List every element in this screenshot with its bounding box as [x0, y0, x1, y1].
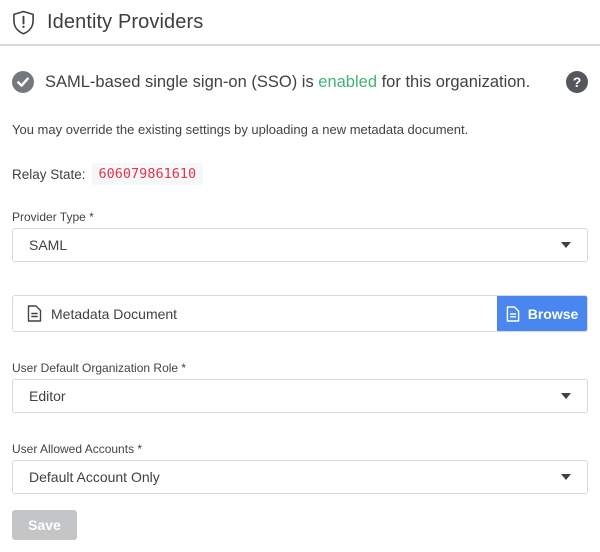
check-circle-icon [12, 71, 34, 93]
page-content: SAML-based single sign-on (SSO) is enabl… [0, 71, 600, 540]
relay-state-row: Relay State: 606079861610 [12, 163, 588, 185]
metadata-document-row: Metadata Document Browse [12, 295, 588, 332]
chevron-down-icon [561, 242, 571, 248]
document-icon [27, 305, 42, 322]
chevron-down-icon [561, 474, 571, 480]
provider-type-label: Provider Type * [12, 210, 588, 224]
provider-type-group: Provider Type * SAML [12, 210, 588, 262]
org-role-label: User Default Organization Role * [12, 361, 588, 375]
metadata-document-placeholder: Metadata Document [51, 306, 177, 322]
page-title: Identity Providers [47, 11, 203, 34]
relay-state-value: 606079861610 [92, 163, 204, 185]
browse-button-label: Browse [528, 306, 579, 322]
allowed-accounts-select[interactable]: Default Account Only [12, 460, 588, 494]
provider-type-select[interactable]: SAML [12, 228, 588, 262]
sso-status-row: SAML-based single sign-on (SSO) is enabl… [12, 71, 588, 93]
save-button[interactable]: Save [12, 510, 77, 540]
org-role-group: User Default Organization Role * Editor [12, 361, 588, 413]
provider-type-value: SAML [29, 237, 67, 253]
allowed-accounts-label: User Allowed Accounts * [12, 442, 588, 456]
org-role-select[interactable]: Editor [12, 379, 588, 413]
help-icon[interactable]: ? [566, 71, 588, 93]
sso-status-prefix: SAML-based single sign-on (SSO) is [45, 73, 318, 91]
sso-status-enabled: enabled [318, 73, 377, 91]
identity-providers-page: Identity Providers SAML-based single sig… [0, 0, 600, 552]
metadata-document-input[interactable]: Metadata Document [13, 296, 497, 331]
override-description: You may override the existing settings b… [12, 122, 588, 137]
allowed-accounts-value: Default Account Only [29, 469, 160, 485]
sso-status-text: SAML-based single sign-on (SSO) is enabl… [45, 73, 555, 92]
sso-status-suffix: for this organization. [377, 73, 530, 91]
browse-button[interactable]: Browse [497, 296, 587, 331]
browse-document-icon [506, 306, 520, 322]
page-header: Identity Providers [0, 0, 600, 46]
allowed-accounts-group: User Allowed Accounts * Default Account … [12, 442, 588, 494]
org-role-value: Editor [29, 388, 66, 404]
relay-state-label: Relay State: [12, 167, 86, 182]
chevron-down-icon [561, 393, 571, 399]
shield-exclamation-icon [12, 10, 35, 35]
